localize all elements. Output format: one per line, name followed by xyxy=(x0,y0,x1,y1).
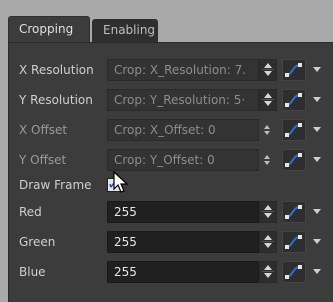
green-dropdown-arrow-icon[interactable] xyxy=(313,239,321,244)
x-resolution-dropdown-arrow-icon[interactable] xyxy=(313,67,321,72)
tab-enabling[interactable]: Enabling xyxy=(92,19,158,42)
blue-row: Blue 255 xyxy=(9,259,333,287)
x-resolution-value: Crop: X_Resolution: 7. xyxy=(114,63,247,77)
y-offset-label: Y Offset xyxy=(19,153,67,167)
y-resolution-field[interactable]: Crop: Y_Resolution: 5· xyxy=(107,89,259,111)
draw-frame-row: Draw Frame ✓ xyxy=(9,174,333,197)
y-offset-spinbox-arrows-icon[interactable] xyxy=(259,149,277,171)
red-spinbox-arrows-icon[interactable] xyxy=(259,201,277,223)
red-label: Red xyxy=(19,205,42,219)
x-offset-dropdown-arrow-icon[interactable] xyxy=(313,127,321,132)
red-value: 255 xyxy=(114,205,137,219)
x-offset-value: Crop: X_Offset: 0 xyxy=(114,123,216,137)
blue-dropdown-arrow-icon[interactable] xyxy=(313,269,321,274)
x-resolution-label: X Resolution xyxy=(19,63,94,77)
green-spinbox-arrows-icon[interactable] xyxy=(259,231,277,253)
mouse-pointer-icon xyxy=(113,171,129,193)
red-row: Red 255 xyxy=(9,199,333,227)
tab-cropping[interactable]: Cropping xyxy=(8,16,90,42)
blue-function-curve-icon[interactable] xyxy=(282,261,306,283)
green-value: 255 xyxy=(114,235,137,249)
y-offset-value: Crop: Y_Offset: 0 xyxy=(114,153,215,167)
green-row: Green 255 xyxy=(9,229,333,257)
y-offset-function-curve-icon[interactable] xyxy=(282,149,306,171)
x-resolution-row: X Resolution Crop: X_Resolution: 7. xyxy=(9,57,333,85)
x-offset-row: X Offset Crop: X_Offset: 0 xyxy=(9,117,333,145)
y-resolution-dropdown-arrow-icon[interactable] xyxy=(313,97,321,102)
blue-spinbox-arrows-icon[interactable] xyxy=(259,261,277,283)
y-offset-field[interactable]: Crop: Y_Offset: 0 xyxy=(107,149,259,171)
green-field[interactable]: 255 xyxy=(107,231,259,253)
green-label: Green xyxy=(19,235,56,249)
blue-label: Blue xyxy=(19,265,46,279)
green-function-curve-icon[interactable] xyxy=(282,231,306,253)
y-resolution-row: Y Resolution Crop: Y_Resolution: 5· xyxy=(9,87,333,115)
red-function-curve-icon[interactable] xyxy=(282,201,306,223)
y-resolution-value: Crop: Y_Resolution: 5· xyxy=(114,93,246,107)
x-offset-function-curve-icon[interactable] xyxy=(282,119,306,141)
y-resolution-label: Y Resolution xyxy=(19,93,93,107)
x-resolution-spinbox-arrows-icon[interactable] xyxy=(259,59,277,81)
red-dropdown-arrow-icon[interactable] xyxy=(313,209,321,214)
y-resolution-spinbox-arrows-icon[interactable] xyxy=(259,89,277,111)
x-offset-spinbox-arrows-icon[interactable] xyxy=(259,119,277,141)
cropping-properties-window: Cropping Enabling X Resolution Crop: X_R… xyxy=(0,0,333,302)
y-offset-row: Y Offset Crop: Y_Offset: 0 xyxy=(9,147,333,175)
x-offset-label: X Offset xyxy=(19,123,68,137)
cropping-panel: X Resolution Crop: X_Resolution: 7. Y Re… xyxy=(8,42,333,302)
draw-frame-label: Draw Frame xyxy=(19,178,92,192)
x-resolution-field[interactable]: Crop: X_Resolution: 7. xyxy=(107,59,259,81)
blue-value: 255 xyxy=(114,265,137,279)
red-field[interactable]: 255 xyxy=(107,201,259,223)
y-resolution-function-curve-icon[interactable] xyxy=(282,89,306,111)
x-offset-field[interactable]: Crop: X_Offset: 0 xyxy=(107,119,259,141)
x-resolution-function-curve-icon[interactable] xyxy=(282,59,306,81)
blue-field[interactable]: 255 xyxy=(107,261,259,283)
y-offset-dropdown-arrow-icon[interactable] xyxy=(313,157,321,162)
